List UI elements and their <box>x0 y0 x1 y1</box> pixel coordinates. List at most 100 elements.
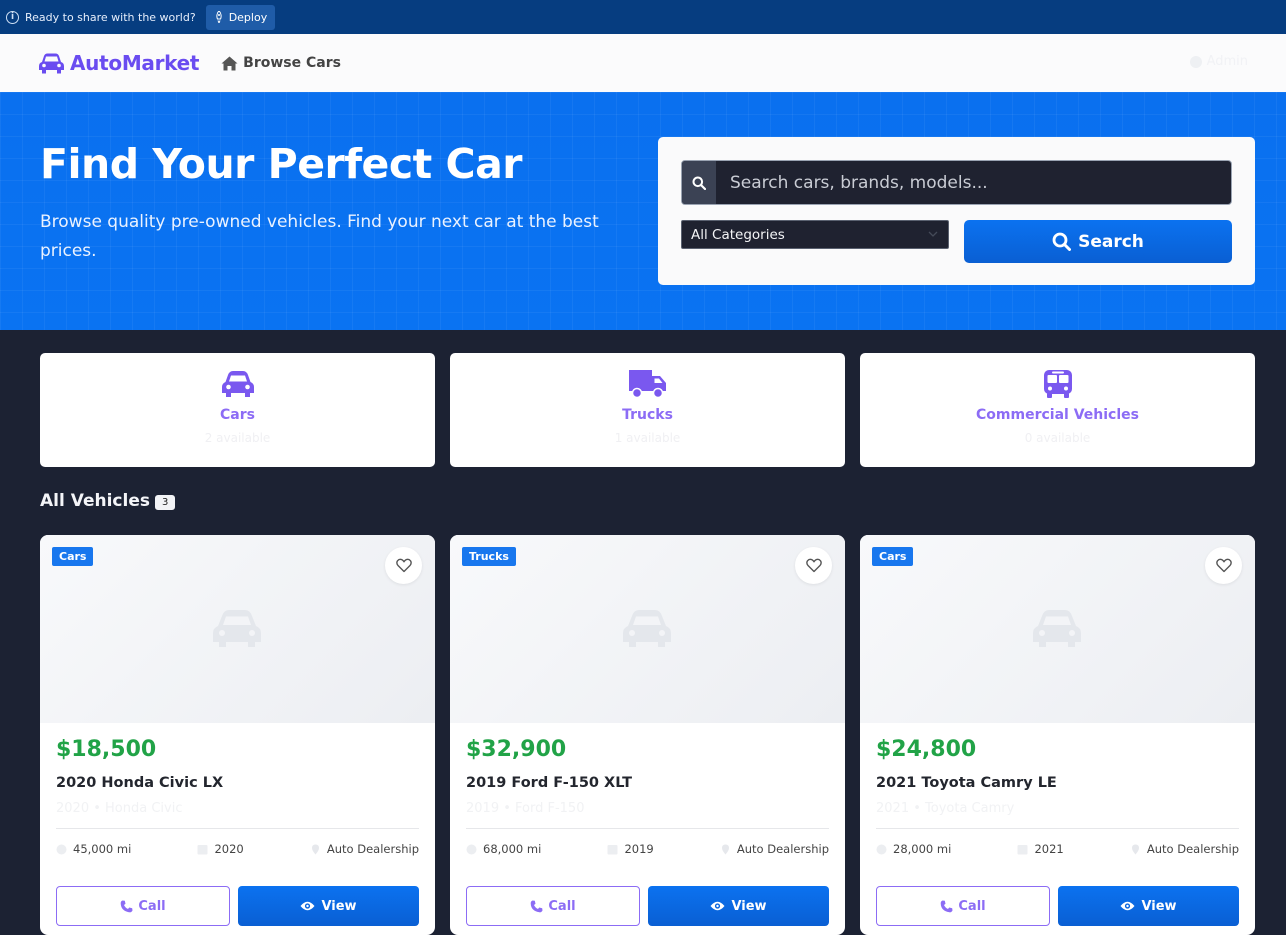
call-button[interactable]: Call <box>56 886 230 926</box>
car-placeholder-icon <box>623 610 671 647</box>
eye-icon <box>300 901 315 911</box>
brand-logo[interactable]: AutoMarket <box>39 51 199 75</box>
spec-mileage: 68,000 mi <box>466 842 541 856</box>
spec-mileage: 28,000 mi <box>876 842 951 856</box>
vehicle-title[interactable]: 2019 Ford F-150 XLT <box>466 775 632 791</box>
call-label: Call <box>548 898 576 914</box>
hero-title: Find Your Perfect Car <box>40 140 523 188</box>
seller-value: Auto Dealership <box>326 842 419 856</box>
year-value: 2021 <box>1034 842 1064 856</box>
vehicle-price: $32,900 <box>466 737 567 762</box>
vehicle-card[interactable]: Cars $24,800 2021 Toyota Camry LE 2021 •… <box>860 535 1255 935</box>
view-label: View <box>731 898 767 914</box>
category-count: 0 available <box>1024 431 1091 445</box>
category-badge: Cars <box>872 547 914 566</box>
category-name: Commercial Vehicles <box>976 407 1139 423</box>
search-box <box>681 160 1232 205</box>
calendar-icon <box>197 844 208 854</box>
vehicle-price: $24,800 <box>876 737 977 762</box>
hero-subtitle: Browse quality pre-owned vehicles. Find … <box>40 212 599 261</box>
chevron-down-icon <box>928 231 938 237</box>
spec-seller: Auto Dealership <box>310 842 419 856</box>
vehicle-subtitle: 2019 • Ford F-150 <box>466 801 585 816</box>
seller-value: Auto Dealership <box>1146 842 1239 856</box>
favorite-button[interactable] <box>795 547 832 584</box>
location-pin-icon <box>311 844 319 854</box>
calendar-icon <box>1017 844 1028 854</box>
vehicle-subtitle: 2021 • Toyota Camry <box>876 801 1015 816</box>
divider <box>876 828 1239 829</box>
nav-browse-cars[interactable]: Browse Cars <box>221 55 341 71</box>
spec-year: 2021 <box>1017 842 1064 856</box>
car-icon <box>39 53 64 73</box>
vehicle-title[interactable]: 2021 Toyota Camry LE <box>876 775 1057 791</box>
category-card-commercial[interactable]: Commercial Vehicles 0 available <box>860 353 1255 467</box>
seller-value: Auto Dealership <box>736 842 829 856</box>
spec-seller: Auto Dealership <box>720 842 829 856</box>
category-select-value: All Categories <box>691 226 785 243</box>
vehicle-actions: Call View <box>56 886 419 926</box>
view-button[interactable]: View <box>1058 886 1239 926</box>
hero-section: Find Your Perfect Car Browse quality pre… <box>0 92 1286 330</box>
call-button[interactable]: Call <box>466 886 640 926</box>
favorite-button[interactable] <box>385 547 422 584</box>
vehicle-actions: Call View <box>466 886 829 926</box>
vehicle-specs: 45,000 mi 2020 Auto Dealership <box>56 842 419 856</box>
brand-name: AutoMarket <box>70 51 200 75</box>
spec-year: 2020 <box>197 842 244 856</box>
category-count: 1 available <box>614 431 681 445</box>
car-icon <box>221 371 254 397</box>
truck-icon <box>628 370 666 399</box>
view-button[interactable]: View <box>238 886 419 926</box>
view-label: View <box>321 898 357 914</box>
section-title: All Vehicles <box>40 491 150 511</box>
phone-icon <box>121 900 133 912</box>
vehicle-specs: 28,000 mi 2021 Auto Dealership <box>876 842 1239 856</box>
speedometer-icon <box>466 844 477 854</box>
call-label: Call <box>958 898 986 914</box>
speedometer-icon <box>56 844 67 854</box>
mileage-value: 28,000 mi <box>893 842 952 856</box>
location-pin-icon <box>1131 844 1139 854</box>
vehicle-subtitle: 2020 • Honda Civic <box>56 801 183 816</box>
category-card-trucks[interactable]: Trucks 1 available <box>450 353 845 467</box>
year-value: 2019 <box>624 842 654 856</box>
search-input[interactable] <box>716 161 1231 204</box>
location-pin-icon <box>721 844 729 854</box>
banner-text: Ready to share with the world? <box>25 10 196 24</box>
category-badge: Cars <box>52 547 94 566</box>
vehicle-card[interactable]: Cars $18,500 2020 Honda Civic LX 2020 • … <box>40 535 435 935</box>
eye-icon <box>1120 901 1135 911</box>
favorite-button[interactable] <box>1205 547 1242 584</box>
deploy-button[interactable]: Deploy <box>205 4 276 30</box>
category-select[interactable]: All Categories <box>681 220 949 249</box>
deploy-label: Deploy <box>228 10 268 24</box>
nav-admin[interactable]: Admin <box>1189 54 1248 69</box>
admin-label: Admin <box>1206 54 1248 69</box>
mileage-value: 68,000 mi <box>483 842 542 856</box>
car-placeholder-icon <box>213 610 261 647</box>
info-icon: i <box>6 10 19 24</box>
search-button[interactable]: Search <box>964 220 1232 263</box>
vehicle-specs: 68,000 mi 2019 Auto Dealership <box>466 842 829 856</box>
search-icon <box>1052 232 1072 251</box>
category-count: 2 available <box>204 431 271 445</box>
navbar: AutoMarket Browse Cars Admin <box>0 34 1286 92</box>
year-value: 2020 <box>214 842 244 856</box>
vehicle-title[interactable]: 2020 Honda Civic LX <box>56 775 223 791</box>
call-button[interactable]: Call <box>876 886 1050 926</box>
vehicle-actions: Call View <box>876 886 1239 926</box>
vehicle-price: $18,500 <box>56 737 157 762</box>
spec-year: 2019 <box>607 842 654 856</box>
speedometer-icon <box>876 844 887 854</box>
category-badge: Trucks <box>462 547 516 566</box>
view-button[interactable]: View <box>648 886 829 926</box>
category-name: Trucks <box>622 407 673 423</box>
category-card-cars[interactable]: Cars 2 available <box>40 353 435 467</box>
phone-icon <box>941 900 953 912</box>
view-label: View <box>1141 898 1177 914</box>
vehicle-card[interactable]: Trucks $32,900 2019 Ford F-150 XLT 2019 … <box>450 535 845 935</box>
rocket-icon <box>216 11 222 23</box>
category-cards: Cars 2 available Trucks 1 available Comm… <box>40 353 1255 467</box>
search-panel: All Categories Search <box>658 137 1255 285</box>
